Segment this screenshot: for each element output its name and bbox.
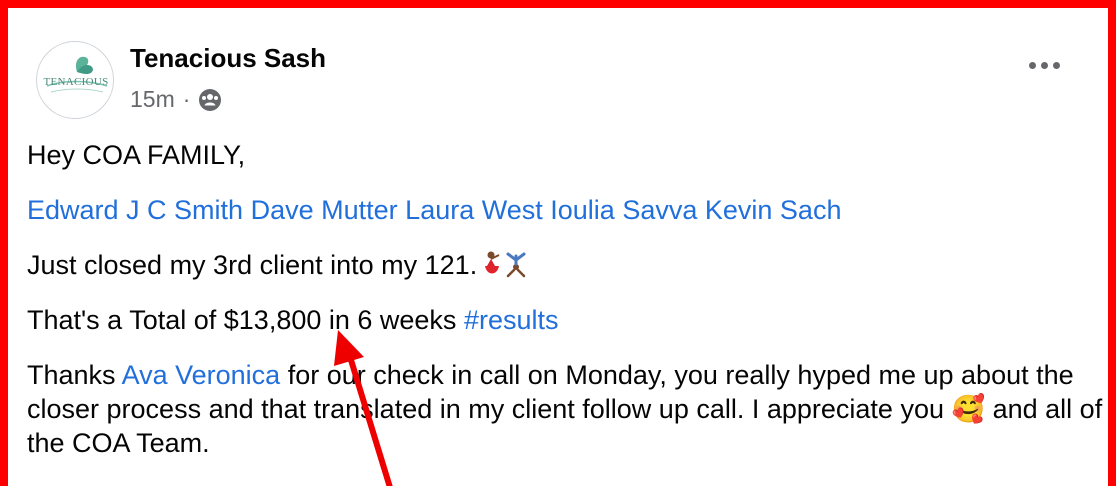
more-dot-icon: [1041, 62, 1048, 69]
tag-link[interactable]: Edward J C Smith: [27, 195, 243, 225]
cartwheel-emoji-icon: [506, 252, 526, 278]
closing-line: Just closed my 3rd client into my 121.: [27, 248, 1107, 282]
thanks-paragraph: Thanks Ava Veronica for our check in cal…: [27, 358, 1107, 460]
tag-link[interactable]: Laura West: [405, 195, 543, 225]
timestamp[interactable]: 15m: [130, 86, 175, 113]
logo-text: TENACIOUS: [43, 76, 109, 88]
group-audience-icon[interactable]: [198, 88, 222, 112]
tag-link[interactable]: Ioulia Savva: [550, 195, 697, 225]
tag-link[interactable]: Kevin Sach: [705, 195, 842, 225]
post-meta: 15m ·: [130, 86, 222, 113]
dancer-emoji-icon: [485, 251, 500, 274]
greeting: Hey COA FAMILY,: [27, 140, 246, 170]
smiling-hearts-emoji-icon: 🥰: [951, 394, 986, 424]
tag-link[interactable]: Dave Mutter: [251, 195, 398, 225]
more-dot-icon: [1053, 62, 1060, 69]
hashtag-link[interactable]: #results: [464, 305, 559, 335]
thanks-text: Thanks: [27, 360, 122, 390]
avatar[interactable]: TENACIOUS: [36, 41, 114, 119]
mention-link[interactable]: Ava Veronica: [122, 360, 281, 390]
total-line: That's a Total of $13,800 in 6 weeks #re…: [27, 303, 1107, 337]
post-body: Hey COA FAMILY, Edward J C Smith Dave Mu…: [27, 138, 1107, 481]
total-text: That's a Total of $13,800 in 6 weeks: [27, 305, 464, 335]
more-options-button[interactable]: [1023, 56, 1066, 75]
author-name[interactable]: Tenacious Sash: [130, 43, 326, 74]
separator: ·: [182, 86, 191, 112]
closing-text: Just closed my 3rd client into my 121.: [27, 250, 478, 280]
tagged-people: Edward J C Smith Dave Mutter Laura West …: [27, 193, 1107, 227]
more-dot-icon: [1029, 62, 1036, 69]
post-card: TENACIOUS Tenacious Sash 15m · Hey COA F…: [0, 0, 1116, 486]
